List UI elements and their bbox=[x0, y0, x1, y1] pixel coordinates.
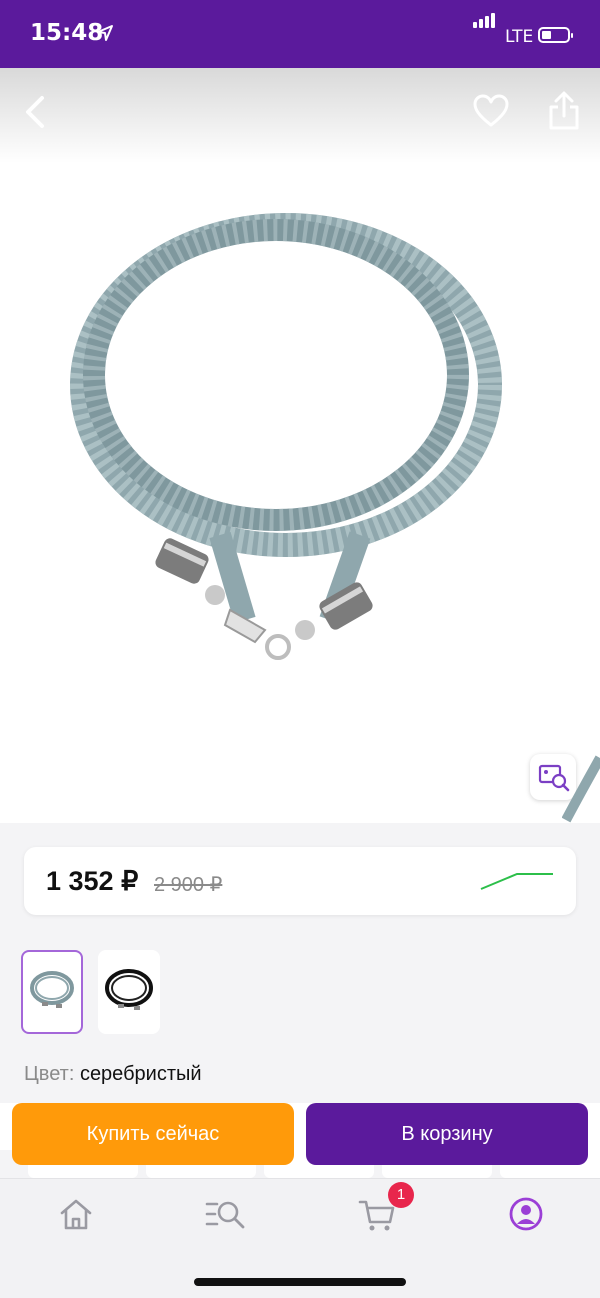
next-photo-peek[interactable] bbox=[562, 750, 600, 824]
variant-swatch-black[interactable] bbox=[98, 950, 160, 1034]
grey-necklace-thumb bbox=[30, 971, 74, 1008]
price-card[interactable]: 1 352 ₽ 2 900 ₽ bbox=[24, 847, 576, 915]
home-icon[interactable] bbox=[58, 1196, 94, 1232]
battery-icon bbox=[538, 27, 573, 43]
price-old: 2 900 ₽ bbox=[154, 874, 223, 896]
profile-icon[interactable] bbox=[508, 1196, 544, 1232]
product-photo-necklace bbox=[70, 213, 502, 660]
status-bar: 15:48 LTE bbox=[0, 0, 600, 68]
color-row: Цвет: серебристый bbox=[24, 1063, 202, 1086]
back-icon[interactable] bbox=[22, 95, 50, 129]
variant-swatch-grey[interactable] bbox=[21, 950, 83, 1034]
catalog-search-icon[interactable] bbox=[205, 1196, 247, 1232]
buy-now-button[interactable]: Купить сейчас bbox=[12, 1103, 294, 1165]
location-arrow-icon bbox=[97, 25, 113, 41]
favorite-heart-icon[interactable] bbox=[472, 93, 510, 129]
status-time: 15:48 bbox=[30, 20, 104, 46]
share-icon[interactable] bbox=[546, 90, 582, 132]
home-indicator bbox=[194, 1278, 406, 1286]
add-to-cart-button[interactable]: В корзину bbox=[306, 1103, 588, 1165]
black-necklace-thumb bbox=[105, 969, 153, 1010]
color-label: Цвет: bbox=[24, 1063, 75, 1085]
cart-count-badge: 1 bbox=[388, 1182, 414, 1208]
color-value: серебристый bbox=[79, 1063, 202, 1085]
price-current: 1 352 ₽ bbox=[46, 866, 139, 896]
price-trend-graph bbox=[480, 873, 553, 890]
network-type: LTE bbox=[505, 27, 534, 47]
